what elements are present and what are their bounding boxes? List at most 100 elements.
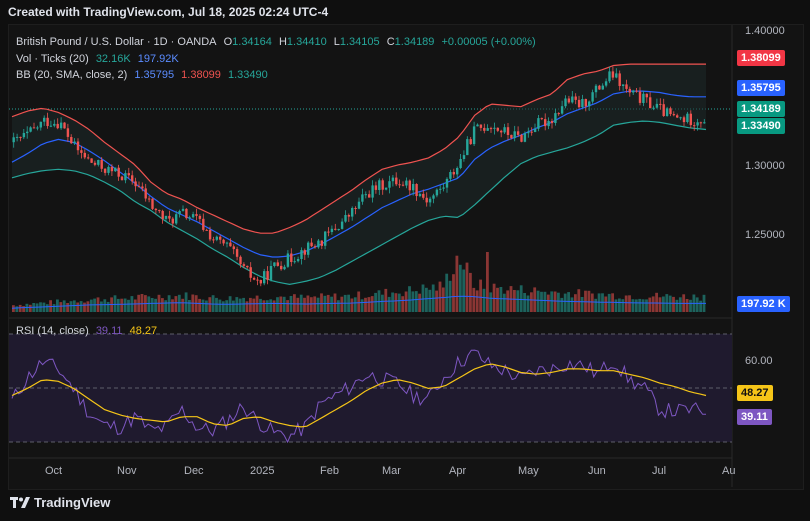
volume-bar xyxy=(574,294,577,312)
volume-bar xyxy=(672,296,675,312)
time-axis-label: May xyxy=(518,465,539,477)
candle-body xyxy=(330,228,334,232)
volume-bar xyxy=(553,291,557,312)
candle-body xyxy=(103,168,107,173)
candle-body xyxy=(615,73,618,78)
candle-body xyxy=(422,193,425,198)
volume-bar xyxy=(353,297,357,312)
candle-body xyxy=(496,127,499,131)
volume-bar xyxy=(455,255,459,312)
volume-bar xyxy=(198,298,201,312)
volume-bar xyxy=(638,298,642,312)
candle-body xyxy=(239,256,242,265)
candle-body xyxy=(290,253,293,262)
volume-bar xyxy=(337,300,340,312)
volume-bar xyxy=(441,287,445,312)
volume-bar xyxy=(567,292,570,312)
candle-body xyxy=(334,228,337,230)
candle-body xyxy=(649,97,652,108)
volume-bar xyxy=(133,299,137,312)
candle-body xyxy=(577,99,581,108)
candle-body xyxy=(374,185,378,190)
volume-bar xyxy=(621,299,625,312)
legend-vol-label: Vol · Ticks (20) xyxy=(16,53,89,65)
candle-body xyxy=(53,123,56,126)
legend-rsi-ma: 48.27 xyxy=(129,325,158,337)
candle-body xyxy=(171,218,174,224)
candle-body xyxy=(134,181,137,187)
volume-bar xyxy=(161,298,164,312)
tradingview-icon xyxy=(10,497,30,508)
volume-bar xyxy=(560,297,564,312)
candle-body xyxy=(296,259,300,262)
volume-bar xyxy=(259,298,262,312)
volume-bar xyxy=(651,296,655,312)
candle-body xyxy=(154,208,158,211)
time-axis-label: Mar xyxy=(382,465,401,477)
volume-bar xyxy=(624,295,628,312)
volume-bar xyxy=(695,297,699,312)
volume-bar xyxy=(370,296,374,312)
bb-band-fill xyxy=(12,64,706,285)
volume-bar xyxy=(232,300,235,312)
candle-body xyxy=(601,85,604,90)
candle-body xyxy=(452,172,455,175)
candle-body xyxy=(266,271,269,280)
time-axis-label: Au xyxy=(722,465,736,477)
candle-body xyxy=(232,246,235,250)
legend-vol-value: 32.16K xyxy=(95,53,131,65)
candle-body xyxy=(703,122,706,124)
candle-body xyxy=(357,201,361,209)
candle-body xyxy=(469,139,472,145)
candle-body xyxy=(185,208,188,219)
volume-bar xyxy=(269,299,273,312)
candle-body xyxy=(59,122,63,129)
candle-body xyxy=(591,92,594,102)
volume-bar xyxy=(465,262,469,312)
legend-rsi: RSI (14, close) 39.11 48.27 xyxy=(16,325,161,337)
candle-body xyxy=(672,114,676,116)
volume-bar xyxy=(218,299,222,312)
candle-body xyxy=(259,280,262,284)
volume-bar xyxy=(174,296,178,312)
candle-body xyxy=(100,160,103,169)
volume-bar xyxy=(282,296,286,312)
time-axis-label: Jul xyxy=(652,465,667,477)
volume-bar xyxy=(391,292,394,312)
volume-bar xyxy=(188,300,191,312)
volume-bar xyxy=(645,299,648,312)
volume-bar xyxy=(79,301,83,312)
volume-bar xyxy=(22,306,25,312)
candle-body xyxy=(90,158,93,163)
legend-change: +0.00005 (+0.00%) xyxy=(441,36,536,48)
candle-body xyxy=(361,194,364,202)
volume-bar xyxy=(330,296,333,312)
time-axis-label: 2025 xyxy=(250,465,275,477)
volume-bar xyxy=(618,298,621,312)
candle-body xyxy=(263,271,266,284)
volume-bar xyxy=(580,297,584,312)
candle-body xyxy=(516,131,520,135)
time-axis-label: Nov xyxy=(117,465,137,477)
candle-body xyxy=(520,134,523,142)
candle-body xyxy=(445,178,449,188)
volume-bar xyxy=(113,295,117,312)
volume-bar xyxy=(221,301,225,312)
volume-bar xyxy=(360,299,364,312)
candle-body xyxy=(476,124,479,127)
candle-body xyxy=(621,84,625,86)
candle-body xyxy=(120,176,124,181)
volume-bar xyxy=(333,293,337,312)
volume-bar xyxy=(276,297,279,312)
volume-bar xyxy=(215,297,218,312)
volume-bar xyxy=(340,296,344,312)
volume-bar xyxy=(425,287,428,312)
volume-bar xyxy=(486,252,489,312)
candle-body xyxy=(662,104,665,116)
rsi-tag: 39.11 xyxy=(737,409,772,425)
candle-body xyxy=(676,115,679,118)
candle-body xyxy=(533,128,537,132)
candle-body xyxy=(222,239,225,244)
volume-bars xyxy=(11,252,706,312)
candle-body xyxy=(547,121,550,127)
